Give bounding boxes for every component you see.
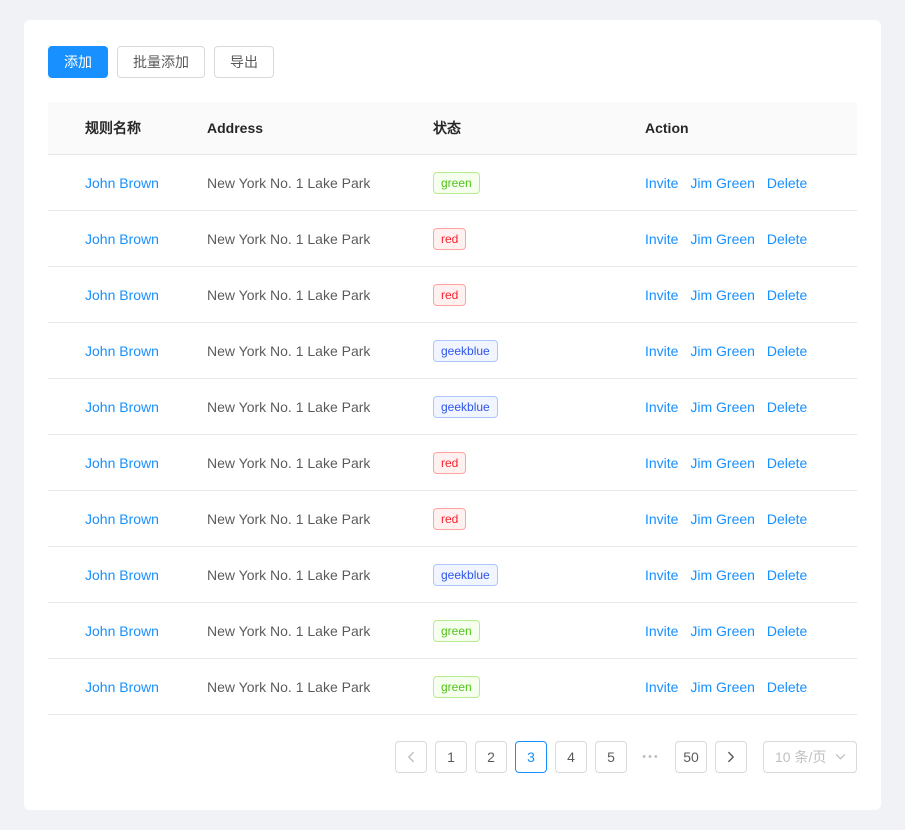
address-text: New York No. 1 Lake Park (207, 567, 370, 583)
chevron-right-icon (726, 751, 736, 763)
jim-green-link[interactable]: Jim Green (690, 455, 755, 471)
batch-add-button[interactable]: 批量添加 (117, 46, 205, 78)
table-body: John Brown New York No. 1 Lake Park gree… (48, 155, 857, 715)
table-header-row: 规则名称 Address 状态 Action (48, 102, 857, 155)
status-tag: red (433, 452, 466, 474)
delete-link[interactable]: Delete (767, 231, 807, 247)
invite-link[interactable]: Invite (645, 567, 678, 583)
toolbar: 添加 批量添加 导出 (48, 46, 857, 78)
address-text: New York No. 1 Lake Park (207, 231, 370, 247)
pagination: 12345 ••• 50 10 条/页 (48, 741, 857, 773)
pagination-ellipsis[interactable]: ••• (635, 741, 667, 773)
column-header-action: Action (629, 120, 857, 136)
rule-name-link[interactable]: John Brown (85, 175, 159, 191)
table-card: 添加 批量添加 导出 规则名称 Address 状态 Action John B… (24, 20, 881, 810)
rule-name-link[interactable]: John Brown (85, 455, 159, 471)
invite-link[interactable]: Invite (645, 231, 678, 247)
delete-link[interactable]: Delete (767, 679, 807, 695)
rule-name-link[interactable]: John Brown (85, 679, 159, 695)
table-row: John Brown New York No. 1 Lake Park red … (48, 491, 857, 547)
status-tag: geekblue (433, 340, 498, 362)
pagination-page-2[interactable]: 2 (475, 741, 507, 773)
delete-link[interactable]: Delete (767, 287, 807, 303)
rule-name-link[interactable]: John Brown (85, 511, 159, 527)
address-text: New York No. 1 Lake Park (207, 679, 370, 695)
delete-link[interactable]: Delete (767, 343, 807, 359)
status-tag: geekblue (433, 396, 498, 418)
pagination-page-3[interactable]: 3 (515, 741, 547, 773)
invite-link[interactable]: Invite (645, 287, 678, 303)
rule-name-link[interactable]: John Brown (85, 399, 159, 415)
page-size-select[interactable]: 10 条/页 (763, 741, 857, 773)
address-text: New York No. 1 Lake Park (207, 287, 370, 303)
address-text: New York No. 1 Lake Park (207, 175, 370, 191)
table-row: John Brown New York No. 1 Lake Park geek… (48, 323, 857, 379)
jim-green-link[interactable]: Jim Green (690, 567, 755, 583)
rule-name-link[interactable]: John Brown (85, 343, 159, 359)
status-tag: green (433, 620, 480, 642)
jim-green-link[interactable]: Jim Green (690, 175, 755, 191)
table-row: John Brown New York No. 1 Lake Park geek… (48, 379, 857, 435)
invite-link[interactable]: Invite (645, 511, 678, 527)
table-row: John Brown New York No. 1 Lake Park red … (48, 211, 857, 267)
delete-link[interactable]: Delete (767, 175, 807, 191)
pagination-page-last[interactable]: 50 (675, 741, 707, 773)
column-header-rule-name: 规则名称 (48, 118, 191, 138)
table-row: John Brown New York No. 1 Lake Park red … (48, 435, 857, 491)
address-text: New York No. 1 Lake Park (207, 455, 370, 471)
column-header-status: 状态 (417, 118, 629, 138)
rules-table: 规则名称 Address 状态 Action John Brown New Yo… (48, 102, 857, 715)
table-row: John Brown New York No. 1 Lake Park geek… (48, 547, 857, 603)
table-row: John Brown New York No. 1 Lake Park red … (48, 267, 857, 323)
chevron-down-icon (835, 753, 846, 761)
add-button[interactable]: 添加 (48, 46, 108, 78)
table-row: John Brown New York No. 1 Lake Park gree… (48, 659, 857, 715)
invite-link[interactable]: Invite (645, 679, 678, 695)
jim-green-link[interactable]: Jim Green (690, 511, 755, 527)
rule-name-link[interactable]: John Brown (85, 231, 159, 247)
delete-link[interactable]: Delete (767, 567, 807, 583)
pagination-next-button[interactable] (715, 741, 747, 773)
invite-link[interactable]: Invite (645, 455, 678, 471)
jim-green-link[interactable]: Jim Green (690, 343, 755, 359)
delete-link[interactable]: Delete (767, 511, 807, 527)
rule-name-link[interactable]: John Brown (85, 567, 159, 583)
pagination-page-1[interactable]: 1 (435, 741, 467, 773)
jim-green-link[interactable]: Jim Green (690, 623, 755, 639)
jim-green-link[interactable]: Jim Green (690, 679, 755, 695)
pagination-page-5[interactable]: 5 (595, 741, 627, 773)
address-text: New York No. 1 Lake Park (207, 511, 370, 527)
status-tag: red (433, 284, 466, 306)
invite-link[interactable]: Invite (645, 399, 678, 415)
jim-green-link[interactable]: Jim Green (690, 231, 755, 247)
status-tag: geekblue (433, 564, 498, 586)
status-tag: green (433, 172, 480, 194)
chevron-left-icon (406, 751, 416, 763)
status-tag: green (433, 676, 480, 698)
address-text: New York No. 1 Lake Park (207, 343, 370, 359)
table-row: John Brown New York No. 1 Lake Park gree… (48, 603, 857, 659)
invite-link[interactable]: Invite (645, 623, 678, 639)
rule-name-link[interactable]: John Brown (85, 623, 159, 639)
page-size-value: 10 条/页 (775, 747, 826, 767)
table-row: John Brown New York No. 1 Lake Park gree… (48, 155, 857, 211)
jim-green-link[interactable]: Jim Green (690, 287, 755, 303)
pagination-prev-button[interactable] (395, 741, 427, 773)
invite-link[interactable]: Invite (645, 175, 678, 191)
invite-link[interactable]: Invite (645, 343, 678, 359)
address-text: New York No. 1 Lake Park (207, 623, 370, 639)
status-tag: red (433, 508, 466, 530)
address-text: New York No. 1 Lake Park (207, 399, 370, 415)
delete-link[interactable]: Delete (767, 455, 807, 471)
rule-name-link[interactable]: John Brown (85, 287, 159, 303)
column-header-address: Address (191, 120, 417, 136)
delete-link[interactable]: Delete (767, 623, 807, 639)
delete-link[interactable]: Delete (767, 399, 807, 415)
status-tag: red (433, 228, 466, 250)
pagination-page-4[interactable]: 4 (555, 741, 587, 773)
export-button[interactable]: 导出 (214, 46, 274, 78)
jim-green-link[interactable]: Jim Green (690, 399, 755, 415)
pagination-pages: 12345 (427, 741, 627, 773)
